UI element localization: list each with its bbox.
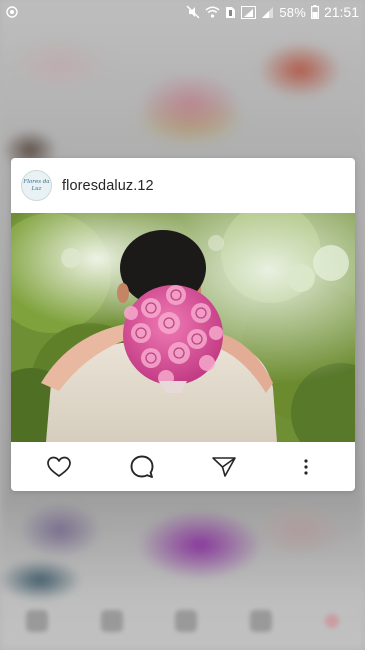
post-actions-bar	[11, 442, 355, 491]
notification-icon	[6, 6, 18, 18]
profile-icon	[324, 614, 339, 628]
activity-icon	[250, 610, 273, 632]
clock: 21:51	[323, 4, 359, 20]
avatar[interactable]: Flores da Luz	[21, 170, 52, 201]
post-image[interactable]	[11, 213, 355, 442]
signal-icon	[262, 6, 274, 18]
blurred-bottom-nav	[0, 592, 365, 650]
wifi-icon	[205, 6, 220, 18]
post-header: Flores da Luz floresdaluz.12	[11, 158, 355, 213]
search-icon	[100, 610, 123, 632]
add-icon	[175, 610, 198, 632]
sim-signal-icon	[241, 5, 257, 19]
username[interactable]: floresdaluz.12	[62, 178, 154, 194]
sim-card-icon	[226, 6, 236, 18]
share-icon[interactable]	[211, 455, 237, 479]
battery-percent: 58%	[279, 4, 306, 20]
post-preview-card: Flores da Luz floresdaluz.12	[11, 158, 355, 491]
battery-icon	[310, 5, 319, 19]
more-options-icon[interactable]	[303, 458, 309, 476]
status-bar: 58% 21:51	[0, 0, 365, 24]
comment-icon[interactable]	[129, 454, 155, 480]
like-icon[interactable]	[46, 455, 72, 479]
avatar-logo-text: Flores da Luz	[23, 179, 50, 192]
mute-icon	[186, 5, 200, 19]
home-icon	[26, 610, 49, 632]
